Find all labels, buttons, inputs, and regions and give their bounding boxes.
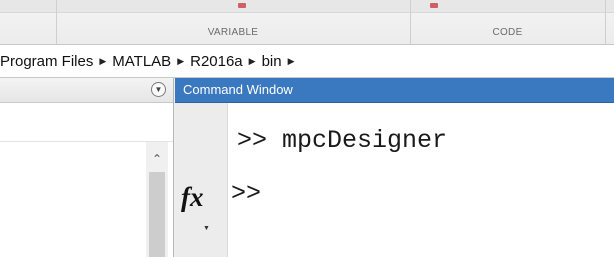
current-folder-header: ▼: [0, 78, 173, 103]
breadcrumb-separator-icon[interactable]: ▶: [288, 56, 295, 67]
current-folder-panel: ▼ ⌃: [0, 78, 174, 257]
breadcrumb-r2016a[interactable]: R2016a: [184, 53, 249, 70]
chevron-up-icon[interactable]: ⌃: [146, 148, 168, 170]
function-browser-fx-icon[interactable]: fx ▼: [181, 177, 221, 232]
ribbon-group-code: CODE: [492, 27, 523, 38]
ribbon-separator: [605, 0, 606, 44]
file-list-header: [0, 103, 173, 142]
command-history-line: >> mpcDesigner: [237, 126, 447, 155]
ribbon-icon-fragment: [430, 3, 438, 8]
breadcrumb-separator-icon[interactable]: ▶: [249, 56, 256, 67]
command-input-line[interactable]: >>: [231, 179, 261, 208]
command-window-gutter: fx ▼: [175, 103, 228, 257]
command-prompt: >>: [237, 126, 268, 155]
breadcrumb-matlab[interactable]: MATLAB: [106, 53, 177, 70]
ribbon-icon-fragment: [238, 3, 246, 8]
command-window-title: Command Window: [175, 78, 614, 103]
fx-icon-label: fx: [181, 182, 204, 212]
breadcrumb-program-files[interactable]: Program Files: [0, 53, 99, 70]
toolstrip-ribbon: VARIABLE CODE: [0, 0, 614, 45]
command-text: mpcDesigner: [267, 126, 448, 155]
breadcrumb-bin[interactable]: bin: [256, 53, 288, 70]
vertical-scrollbar[interactable]: ⌃: [146, 142, 168, 257]
command-prompt: >>: [231, 179, 262, 208]
fx-dropdown-icon: ▼: [203, 224, 210, 232]
command-window[interactable]: Command Window fx ▼ >> mpcDesigner >>: [175, 78, 614, 257]
ribbon-controls-edge: [0, 0, 614, 13]
scroll-thumb[interactable]: [149, 172, 165, 257]
breadcrumb-separator-icon[interactable]: ▶: [99, 56, 106, 67]
ribbon-group-variable: VARIABLE: [207, 27, 259, 38]
panel-edge: [168, 142, 173, 257]
breadcrumb: Program Files ▶ MATLAB ▶ R2016a ▶ bin ▶: [0, 45, 614, 78]
breadcrumb-separator-icon[interactable]: ▶: [177, 56, 184, 67]
panel-actions-menu-icon[interactable]: ▼: [151, 82, 166, 97]
